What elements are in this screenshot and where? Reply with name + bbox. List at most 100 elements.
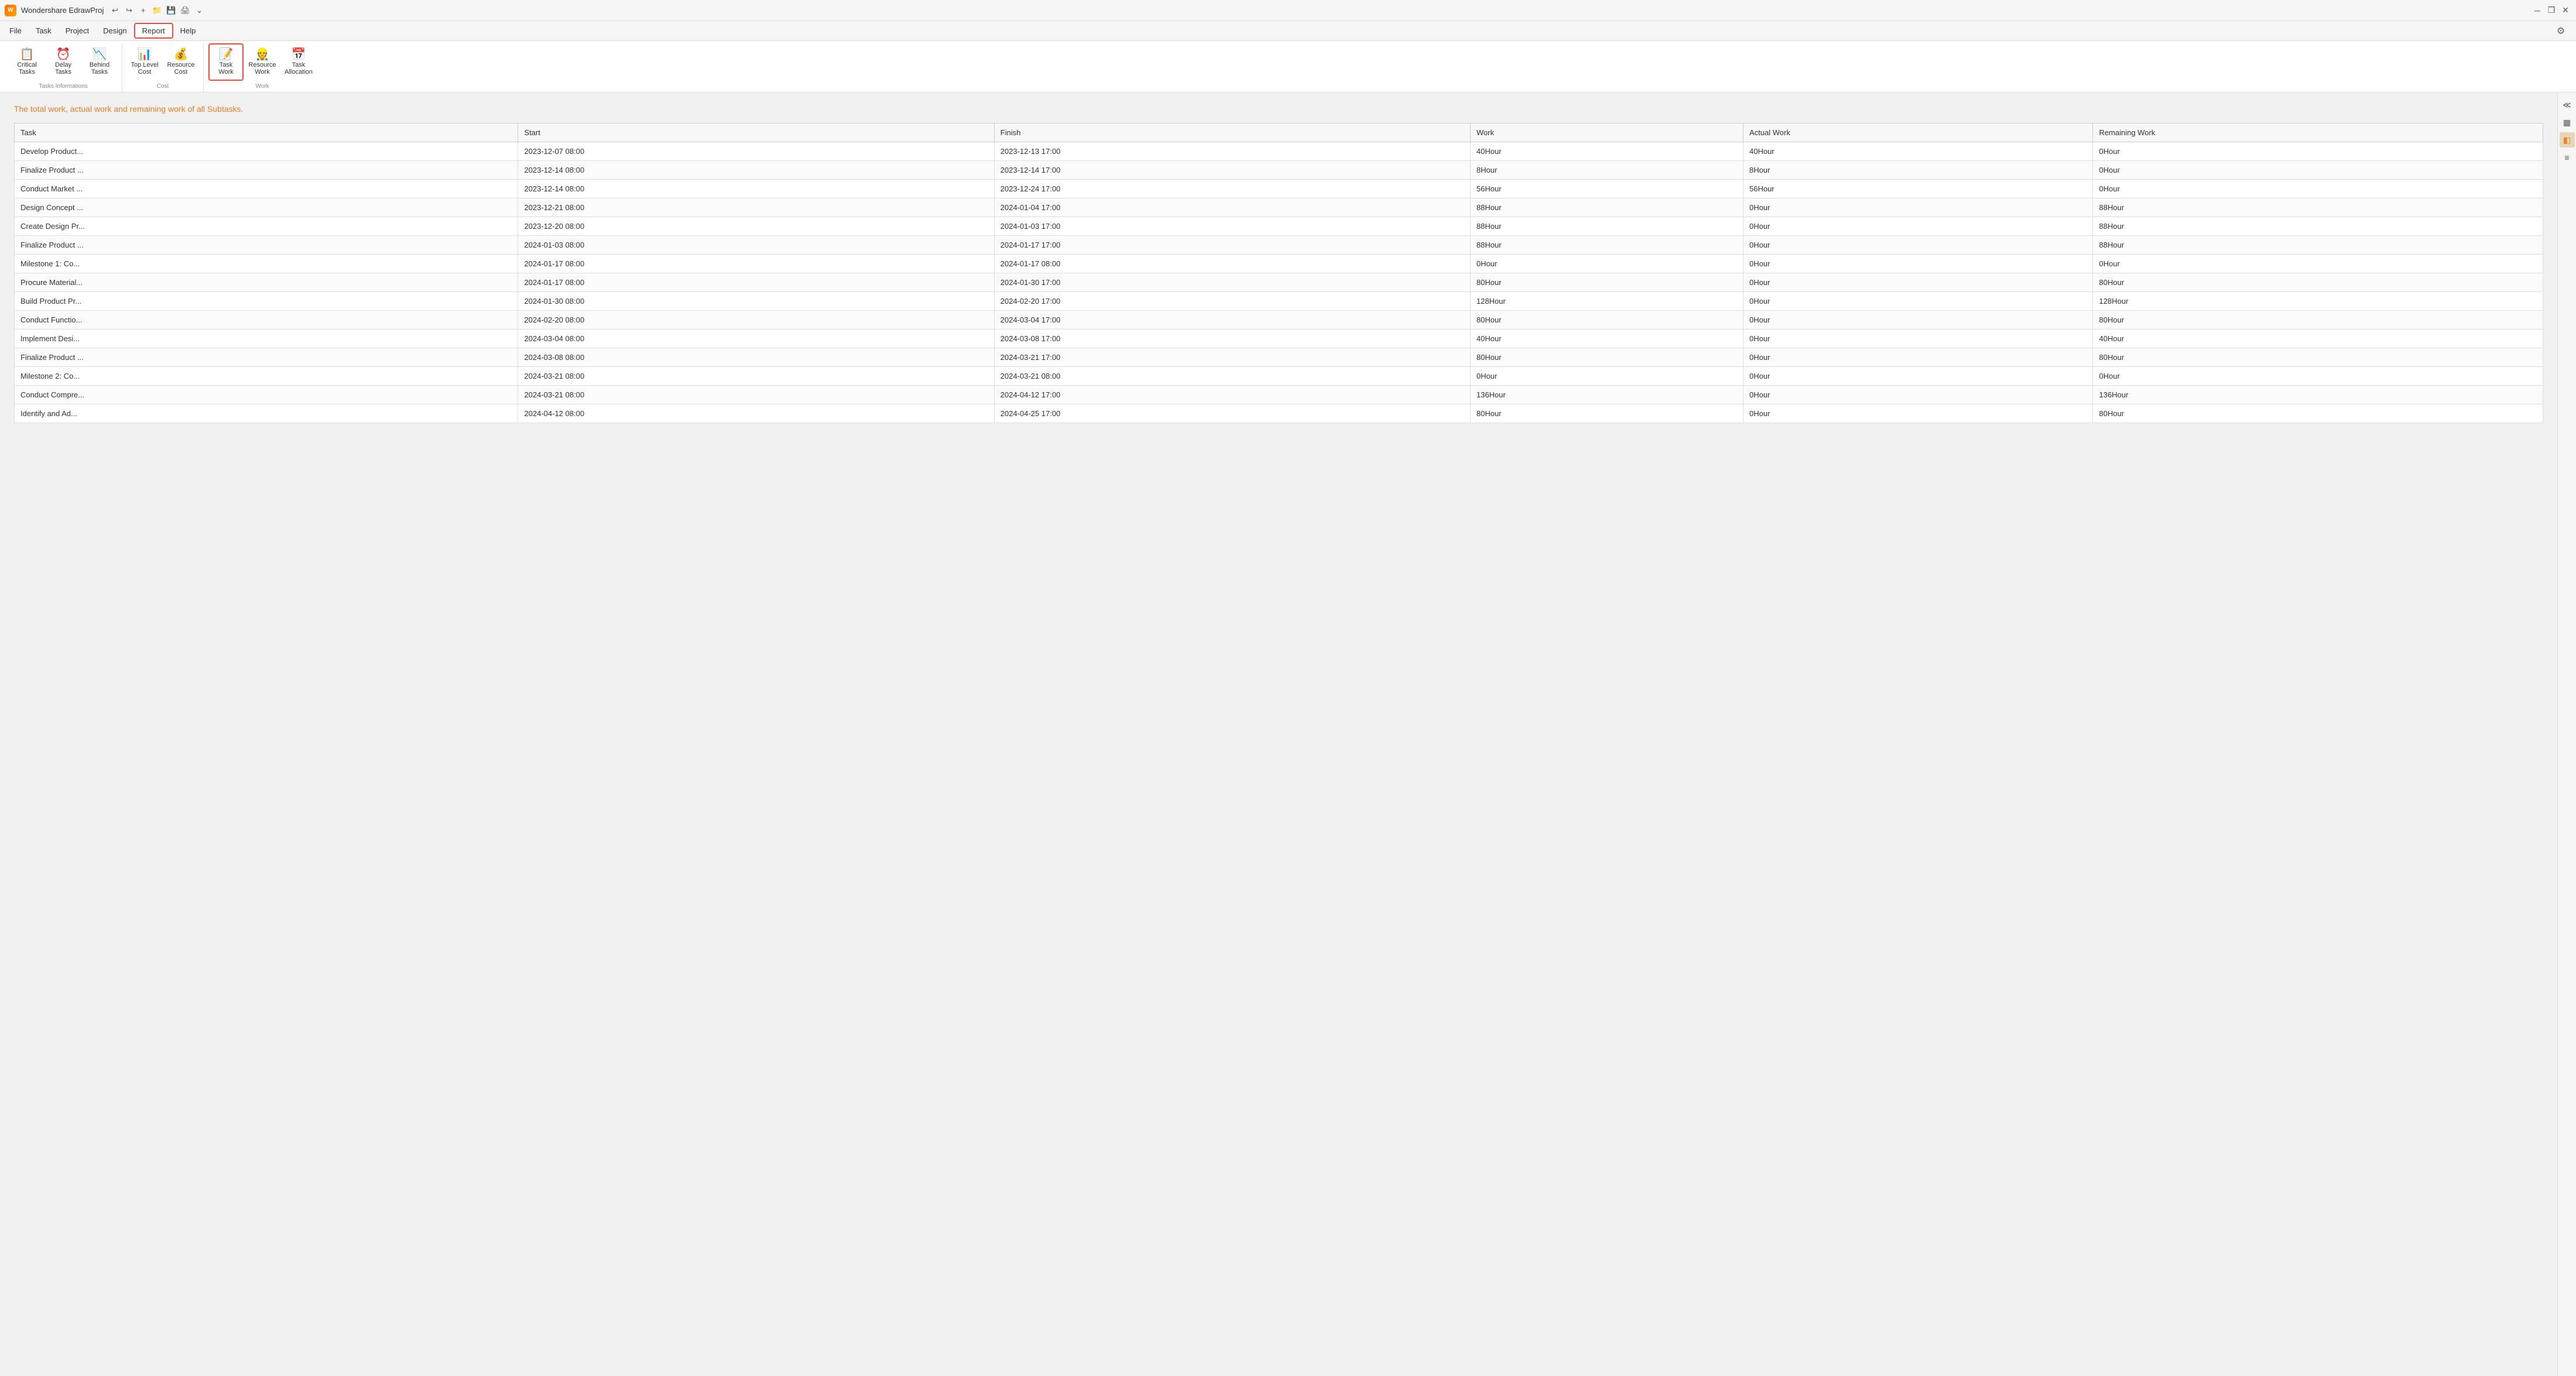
table-row: Conduct Functio...2024-02-20 08:002024-0… bbox=[15, 311, 2543, 330]
table-cell-row12-col0: Milestone 2: Co... bbox=[15, 367, 518, 386]
delay-tasks-button[interactable]: ⏰ DelayTasks bbox=[46, 43, 81, 81]
table-cell-row7-col4: 0Hour bbox=[1743, 273, 2092, 292]
col-header-start: Start bbox=[518, 123, 994, 142]
table-cell-row11-col4: 0Hour bbox=[1743, 348, 2092, 367]
menu-design[interactable]: Design bbox=[96, 24, 133, 37]
behind-tasks-button[interactable]: 📉 BehindTasks bbox=[82, 43, 117, 81]
table-cell-row8-col1: 2024-01-30 08:00 bbox=[518, 292, 994, 311]
open-button[interactable]: 📁 bbox=[150, 4, 163, 17]
table-cell-row1-col0: Finalize Product ... bbox=[15, 161, 518, 180]
restore-button[interactable]: ❐ bbox=[2546, 5, 2557, 16]
table-cell-row4-col4: 0Hour bbox=[1743, 217, 2092, 236]
table-cell-row7-col2: 2024-01-30 17:00 bbox=[994, 273, 1470, 292]
menu-bar-wrapper: File Task Project Design Report Help ⚙ bbox=[2, 23, 2574, 39]
table-cell-row12-col5: 0Hour bbox=[2093, 367, 2543, 386]
task-allocation-button[interactable]: 📅 TaskAllocation bbox=[281, 43, 316, 81]
title-bar-left: W Wondershare EdrawProj ↩ ↪ + 📁 💾 🖨 ⌄ bbox=[5, 4, 205, 17]
table-cell-row13-col0: Conduct Compre... bbox=[15, 386, 518, 404]
table-cell-row0-col1: 2023-12-07 08:00 bbox=[518, 142, 994, 161]
table-cell-row8-col5: 128Hour bbox=[2093, 292, 2543, 311]
save-button[interactable]: 💾 bbox=[165, 4, 177, 17]
table-cell-row8-col3: 128Hour bbox=[1470, 292, 1743, 311]
table-cell-row2-col3: 56Hour bbox=[1470, 180, 1743, 198]
table-cell-row11-col5: 80Hour bbox=[2093, 348, 2543, 367]
table-cell-row13-col2: 2024-04-12 17:00 bbox=[994, 386, 1470, 404]
delay-tasks-label: DelayTasks bbox=[55, 61, 71, 76]
ribbon-group-work: 📝 TaskWork 👷 ResourceWork 📅 TaskAllocati… bbox=[204, 43, 321, 92]
close-button[interactable]: ✕ bbox=[2560, 5, 2571, 16]
menu-bar-right: ⚙ bbox=[2553, 23, 2574, 39]
critical-tasks-label: CriticalTasks bbox=[17, 61, 37, 76]
table-cell-row14-col0: Identify and Ad... bbox=[15, 404, 518, 423]
cost-label: Cost bbox=[127, 82, 198, 90]
table-cell-row11-col3: 80Hour bbox=[1470, 348, 1743, 367]
print-button[interactable]: 🖨 bbox=[179, 4, 191, 17]
right-panel-grid-button[interactable]: ▦ bbox=[2560, 115, 2575, 130]
top-level-cost-button[interactable]: 📊 Top LevelCost bbox=[127, 43, 162, 81]
behind-tasks-label: BehindTasks bbox=[90, 61, 109, 76]
table-cell-row2-col5: 0Hour bbox=[2093, 180, 2543, 198]
table-cell-row10-col1: 2024-03-04 08:00 bbox=[518, 330, 994, 348]
right-panel-list-button[interactable]: ≡ bbox=[2560, 150, 2575, 165]
task-work-button[interactable]: 📝 TaskWork bbox=[208, 43, 244, 81]
settings-button[interactable]: ⚙ bbox=[2553, 23, 2569, 39]
table-cell-row0-col3: 40Hour bbox=[1470, 142, 1743, 161]
top-level-cost-icon: 📊 bbox=[138, 49, 152, 60]
critical-tasks-button[interactable]: 📋 CriticalTasks bbox=[9, 43, 44, 81]
table-cell-row3-col2: 2024-01-04 17:00 bbox=[994, 198, 1470, 217]
table-row: Create Design Pr...2023-12-20 08:002024-… bbox=[15, 217, 2543, 236]
table-cell-row9-col3: 80Hour bbox=[1470, 311, 1743, 330]
table-cell-row2-col4: 56Hour bbox=[1743, 180, 2092, 198]
menu-file[interactable]: File bbox=[2, 24, 29, 37]
col-header-finish: Finish bbox=[994, 123, 1470, 142]
right-panel: ≪ ▦ ◧ ≡ bbox=[2557, 92, 2576, 1376]
task-work-label: TaskWork bbox=[218, 61, 233, 76]
resource-work-button[interactable]: 👷 ResourceWork bbox=[245, 43, 280, 81]
table-cell-row5-col4: 0Hour bbox=[1743, 236, 2092, 255]
table-cell-row12-col2: 2024-03-21 08:00 bbox=[994, 367, 1470, 386]
table-cell-row0-col0: Develop Product... bbox=[15, 142, 518, 161]
table-row: Milestone 2: Co...2024-03-21 08:002024-0… bbox=[15, 367, 2543, 386]
table-row: Finalize Product ...2024-01-03 08:002024… bbox=[15, 236, 2543, 255]
undo-button[interactable]: ↩ bbox=[108, 4, 121, 17]
new-button[interactable]: + bbox=[136, 4, 149, 17]
table-row: Identify and Ad...2024-04-12 08:002024-0… bbox=[15, 404, 2543, 423]
more-button[interactable]: ⌄ bbox=[193, 4, 205, 17]
title-bar: W Wondershare EdrawProj ↩ ↪ + 📁 💾 🖨 ⌄ ─ … bbox=[0, 0, 2576, 21]
task-work-icon: 📝 bbox=[219, 49, 234, 60]
menu-project[interactable]: Project bbox=[59, 24, 96, 37]
right-panel-layout-button[interactable]: ◧ bbox=[2560, 132, 2575, 147]
table-cell-row10-col0: Implement Desi... bbox=[15, 330, 518, 348]
right-panel-collapse-button[interactable]: ≪ bbox=[2560, 97, 2575, 112]
page-subtitle: The total work, actual work and remainin… bbox=[14, 104, 2543, 114]
table-cell-row12-col4: 0Hour bbox=[1743, 367, 2092, 386]
menu-help[interactable]: Help bbox=[173, 24, 203, 37]
menu-report[interactable]: Report bbox=[134, 23, 173, 39]
table-cell-row10-col5: 40Hour bbox=[2093, 330, 2543, 348]
menu-bar: File Task Project Design Report Help ⚙ bbox=[0, 21, 2576, 41]
table-cell-row1-col4: 8Hour bbox=[1743, 161, 2092, 180]
table-cell-row13-col4: 0Hour bbox=[1743, 386, 2092, 404]
col-header-remaining-work: Remaining Work bbox=[2093, 123, 2543, 142]
table-cell-row2-col2: 2023-12-24 17:00 bbox=[994, 180, 1470, 198]
main-area: The total work, actual work and remainin… bbox=[0, 92, 2576, 1376]
ribbon-group-tasks-informations: 📋 CriticalTasks ⏰ DelayTasks 📉 BehindTas… bbox=[5, 43, 122, 92]
ribbon-group-items-work: 📝 TaskWork 👷 ResourceWork 📅 TaskAllocati… bbox=[208, 43, 316, 81]
behind-tasks-icon: 📉 bbox=[93, 49, 107, 60]
table-row: Implement Desi...2024-03-04 08:002024-03… bbox=[15, 330, 2543, 348]
table-cell-row4-col1: 2023-12-20 08:00 bbox=[518, 217, 994, 236]
table-cell-row7-col5: 80Hour bbox=[2093, 273, 2543, 292]
minimize-button[interactable]: ─ bbox=[2532, 5, 2543, 16]
table-cell-row6-col2: 2024-01-17 08:00 bbox=[994, 255, 1470, 273]
content-area: The total work, actual work and remainin… bbox=[0, 92, 2557, 1376]
table-cell-row4-col3: 88Hour bbox=[1470, 217, 1743, 236]
table-cell-row8-col4: 0Hour bbox=[1743, 292, 2092, 311]
table-cell-row6-col0: Milestone 1: Co... bbox=[15, 255, 518, 273]
resource-cost-button[interactable]: 💰 ResourceCost bbox=[163, 43, 198, 81]
table-cell-row2-col1: 2023-12-14 08:00 bbox=[518, 180, 994, 198]
table-cell-row1-col3: 8Hour bbox=[1470, 161, 1743, 180]
redo-button[interactable]: ↪ bbox=[122, 4, 135, 17]
menu-task[interactable]: Task bbox=[29, 24, 59, 37]
task-allocation-icon: 📅 bbox=[292, 49, 306, 60]
table-cell-row3-col4: 0Hour bbox=[1743, 198, 2092, 217]
